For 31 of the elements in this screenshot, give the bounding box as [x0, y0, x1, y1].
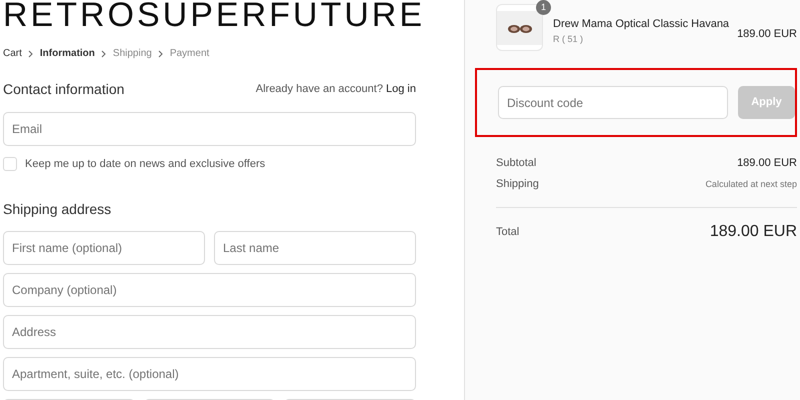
section-heading: Shipping address: [3, 200, 112, 219]
logo[interactable]: RETROSUPERFUTURE: [3, 0, 426, 34]
shipping-label: Shipping: [496, 177, 539, 192]
input-field[interactable]: Company (optional): [3, 272, 416, 306]
input-field[interactable]: First name (optional): [3, 230, 205, 264]
checkbox-label: Keep me up to date on news and exclusive offers: [25, 157, 266, 172]
product-variant: R ( 51 ): [553, 32, 584, 46]
chevron-right-icon: [158, 50, 164, 58]
breadcrumb-link[interactable]: Shipping: [112, 46, 152, 61]
subtotal-label: Subtotal: [496, 156, 536, 172]
product-name: Drew Mama Optical Classic Havana: [553, 17, 730, 32]
subtotal-value: 189.00 EUR: [737, 156, 797, 172]
breadcrumb-link[interactable]: Information: [40, 46, 95, 61]
product-price: 189.00 EUR: [737, 27, 797, 42]
quantity-badge: 1: [536, 0, 551, 15]
login-link[interactable]: Log in: [386, 83, 416, 96]
discount-code-field[interactable]: Discount code: [498, 86, 728, 119]
input-field[interactable]: Address: [3, 314, 416, 348]
section-heading: Contact information: [3, 80, 124, 99]
breadcrumb-link[interactable]: Payment: [170, 46, 210, 61]
total-label: Total: [496, 224, 520, 240]
chevron-right-icon: [100, 50, 107, 58]
checkbox[interactable]: [3, 157, 17, 172]
email-field[interactable]: Email: [3, 112, 416, 146]
shipping-value: Calculated at next step: [705, 178, 797, 191]
input-field[interactable]: Apartment, suite, etc. (optional): [3, 356, 416, 390]
breadcrumb-link[interactable]: Cart: [3, 46, 22, 61]
input-field[interactable]: Last name: [214, 230, 416, 264]
chevron-right-icon: [28, 50, 34, 58]
account-prompt: Already have an account?: [256, 83, 383, 96]
total-value: 189.00 EUR: [710, 222, 797, 242]
